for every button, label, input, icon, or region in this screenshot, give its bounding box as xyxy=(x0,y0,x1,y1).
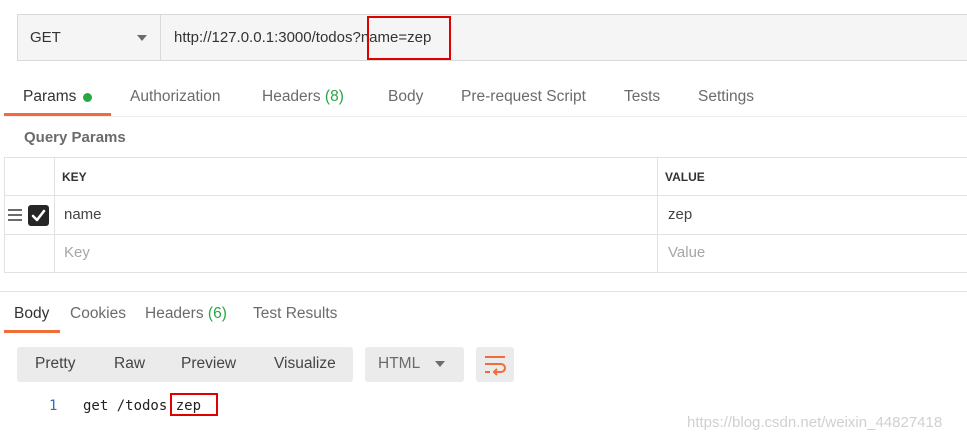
method-label: GET xyxy=(30,29,61,46)
response-divider xyxy=(0,291,967,292)
chevron-down-icon xyxy=(137,35,147,41)
url-highlight-box xyxy=(367,16,451,60)
wrap-lines-button[interactable] xyxy=(476,347,514,382)
response-tab-headers[interactable]: Headers (6) xyxy=(145,305,227,323)
tab-settings[interactable]: Settings xyxy=(698,88,754,106)
language-label: HTML xyxy=(378,355,421,372)
url-bar: GET http://127.0.0.1:3000/todos?name=zep xyxy=(17,14,967,61)
response-tab-test-results[interactable]: Test Results xyxy=(253,305,337,323)
tab-headers[interactable]: Headers (8) xyxy=(262,88,344,106)
active-response-tab-indicator xyxy=(4,330,60,333)
new-value-input[interactable]: Value xyxy=(668,244,705,261)
table-border-top xyxy=(4,157,967,158)
query-params-title: Query Params xyxy=(24,129,126,146)
method-dropdown[interactable]: GET xyxy=(18,15,161,60)
tab-tests[interactable]: Tests xyxy=(624,88,660,106)
checkmark-icon xyxy=(31,209,46,222)
format-button-group: Pretty Raw Preview Visualize xyxy=(17,347,353,382)
tabs-divider xyxy=(4,116,967,117)
response-highlight-box xyxy=(170,393,218,416)
watermark: https://blog.csdn.net/weixin_44827418 xyxy=(687,414,943,431)
response-tab-body[interactable]: Body xyxy=(14,305,49,323)
drag-handle-icon[interactable] xyxy=(8,209,22,221)
param-value-cell[interactable]: zep xyxy=(668,206,692,223)
language-select[interactable]: HTML xyxy=(365,347,464,382)
response-tab-headers-count: (6) xyxy=(207,305,227,322)
tab-body[interactable]: Body xyxy=(388,88,423,106)
tab-params[interactable]: Params xyxy=(23,88,76,106)
column-header-key: KEY xyxy=(62,170,87,184)
column-header-value: VALUE xyxy=(665,170,705,184)
tab-pre-request-script[interactable]: Pre-request Script xyxy=(461,88,586,106)
visualize-button[interactable]: Visualize xyxy=(274,355,336,373)
line-number: 1 xyxy=(49,398,58,414)
chevron-down-icon xyxy=(435,361,445,367)
tab-authorization[interactable]: Authorization xyxy=(130,88,220,106)
table-border xyxy=(4,234,967,235)
wrap-lines-icon xyxy=(485,356,506,376)
tab-headers-count: (8) xyxy=(324,88,344,105)
tab-headers-label: Headers xyxy=(262,88,321,105)
table-column-divider xyxy=(54,157,55,273)
pretty-button[interactable]: Pretty xyxy=(35,355,75,373)
table-border-bottom xyxy=(4,272,967,273)
param-key-cell[interactable]: name xyxy=(64,206,102,223)
response-tab-headers-label: Headers xyxy=(145,305,204,322)
table-border xyxy=(4,195,967,196)
preview-button[interactable]: Preview xyxy=(181,355,236,373)
new-key-input[interactable]: Key xyxy=(64,244,90,261)
params-indicator-dot xyxy=(83,93,92,102)
raw-button[interactable]: Raw xyxy=(114,355,145,373)
response-tab-cookies[interactable]: Cookies xyxy=(70,305,126,323)
table-column-divider xyxy=(657,157,658,273)
param-enabled-checkbox[interactable] xyxy=(28,205,49,226)
table-border-left xyxy=(4,157,5,273)
